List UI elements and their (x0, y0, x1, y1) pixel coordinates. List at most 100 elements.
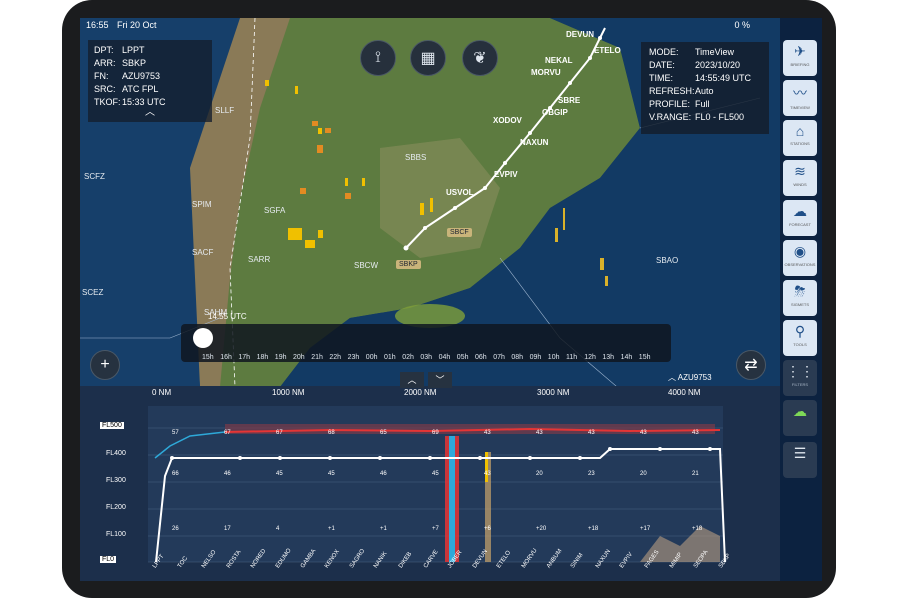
temperature-label: +7 (432, 526, 439, 532)
temperature-label: 57 (172, 430, 179, 436)
tools-button[interactable]: ⚲ TOOLS (783, 320, 817, 356)
map-label: SLLF (215, 106, 235, 115)
mode-info-panel[interactable]: MODE: TimeView DATE: 2023/10/20 TIME: 14:55… (641, 42, 769, 134)
swap-button[interactable]: ⇄ (736, 350, 766, 380)
timeline-tick: 04h (438, 354, 451, 361)
mode-row: PROFILE: Full (649, 99, 710, 109)
temperature-label: 43 (484, 471, 491, 477)
map-label: SCFZ (84, 172, 105, 181)
map-label: SCEZ (82, 288, 104, 297)
temperature-label: 20 (536, 471, 543, 477)
timeline-tick: 08h (511, 354, 524, 361)
profile-chart (148, 406, 726, 563)
timeline-tick: 07h (493, 354, 505, 361)
observations-button[interactable]: ◉ OBSERVATIONS (783, 240, 817, 276)
temperature-label: 20 (640, 471, 647, 477)
cloud-status-button[interactable]: ☁ (783, 400, 817, 436)
route-waypoint: SBRE (558, 96, 581, 105)
temperature-label: 43 (640, 430, 647, 436)
timeline-knob[interactable] (193, 328, 213, 348)
temperature-label: 69 (432, 430, 439, 436)
status-bar: 16:55 Fri 20 Oct (86, 20, 163, 30)
timeline-tick: 05h (456, 354, 469, 361)
route-waypoint: DEVUN (566, 30, 595, 39)
forecast-icon: ☁ (793, 203, 807, 219)
observations-icon: ◉ (793, 243, 807, 259)
menu-button[interactable]: ☰ (783, 442, 817, 478)
flight-row: DPT: LPPT (94, 45, 145, 55)
flight-row: SRC: ATC FPL (94, 84, 159, 94)
timeline-tick: 14h (620, 354, 633, 361)
timeline-tick: 17h (238, 354, 251, 361)
briefing-icon: ✈ (794, 43, 806, 59)
route-waypoint: NEKAL (545, 56, 573, 65)
map-label: SGFA (264, 206, 286, 215)
route-waypoint: USVOL (446, 188, 474, 197)
layers-grid-button[interactable]: ▦ (410, 40, 446, 76)
stations-button[interactable]: ⌂ STATIONS (783, 120, 817, 156)
timeline-tick: 21h (311, 354, 323, 361)
airport-badge[interactable]: SBKP (396, 260, 421, 269)
collapse-chevron-icon[interactable]: ︿ (94, 108, 206, 118)
right-sidebar: ✈ BRIEFING 〰 TIMEVIEW ⌂ STATIONS ≋ WINDS ☁ FO… (780, 18, 822, 581)
tools-icon: ⚲ (794, 323, 806, 339)
flight-info-panel[interactable]: DPT: LPPT ARR: SBKP FN: AZU9753 SRC: ATC FPL… (88, 40, 212, 122)
timeview-button[interactable]: 〰 TIMEVIEW (783, 80, 817, 116)
temperature-label: 67 (224, 430, 231, 436)
profile-flight-id: ︿ AZU9753 (668, 373, 712, 382)
timeline-tick: 12h (584, 354, 596, 361)
temperature-label: 43 (588, 430, 595, 436)
temperature-label: 66 (172, 471, 179, 477)
sigmets-button[interactable]: ⛈ SIGMETS (783, 280, 817, 316)
route-waypoint: NAXUN (520, 138, 549, 147)
leaf-layer-button[interactable]: ❦ (462, 40, 498, 76)
temperature-label: 46 (224, 471, 231, 477)
temperature-label: +17 (640, 526, 651, 532)
weather-map[interactable]: 16:55 Fri 20 Oct 0 % DPT: LPPT ARR: SBKP F… (80, 18, 780, 387)
map-label: SARR (248, 255, 271, 264)
temperature-label: 43 (536, 430, 543, 436)
temperature-label: 26 (172, 526, 179, 532)
route-waypoint: ETELO (594, 46, 621, 55)
status-date: Fri 20 Oct (117, 20, 157, 30)
temperature-label: +1 (380, 526, 387, 532)
route-waypoint: OBGIP (542, 108, 568, 117)
winds-button[interactable]: ≋ WINDS (783, 160, 817, 196)
timeline-tick: 06h (475, 354, 487, 361)
mode-row: V.RANGE: FL0 - FL500 (649, 112, 745, 122)
temperature-label: 65 (380, 430, 387, 436)
status-time: 16:55 (86, 20, 109, 30)
timeline-tick: 13h (602, 354, 615, 361)
flight-row: ARR: SBKP (94, 58, 147, 68)
route-waypoint: EVPIV (494, 170, 518, 179)
menu-icon: ☰ (793, 445, 807, 461)
flight-row: FN: AZU9753 (94, 71, 161, 81)
temperature-label: 23 (588, 471, 595, 477)
app-screen: 16:55 Fri 20 Oct 0 % DPT: LPPT ARR: SBKP F… (80, 18, 822, 581)
filters-button[interactable]: ⋮⋮ FILTERS (783, 360, 817, 396)
sigmets-icon: ⛈ (794, 283, 806, 299)
timeline-tick: 10h (547, 354, 560, 361)
temperature-label: 21 (692, 471, 699, 477)
temperature-label: +1 (328, 526, 335, 532)
forecast-button[interactable]: ☁ FORECAST (783, 200, 817, 236)
timeline-tick: 20h (293, 354, 305, 361)
route-edit-button[interactable]: ⟟ (360, 40, 396, 76)
zoom-in-button[interactable]: + (90, 350, 120, 380)
airport-badge[interactable]: SBCF (447, 228, 472, 237)
mode-row: MODE: TimeView (649, 47, 735, 57)
winds-icon: ≋ (794, 163, 806, 179)
timeline-tick: 18h (256, 354, 269, 361)
map-label: SACF (192, 248, 214, 257)
mode-row: REFRESH:Auto (649, 86, 714, 96)
temperature-label: +18 (588, 526, 599, 532)
temperature-label: +6 (484, 526, 491, 532)
filters-icon: ⋮⋮ (786, 363, 814, 379)
map-label: SBCW (354, 261, 378, 270)
map-label: SBBS (405, 153, 427, 162)
briefing-button[interactable]: ✈ BRIEFING (783, 40, 817, 76)
timeline-tick: 02h (402, 354, 414, 361)
timeview-icon: 〰 (793, 85, 807, 101)
vertical-profile-panel[interactable]: ︿ ﹀ 0 NM 1000 NM 2000 NM 3000 NM 4000 NM… (80, 372, 780, 581)
timeline-tick: 16h (220, 354, 232, 361)
